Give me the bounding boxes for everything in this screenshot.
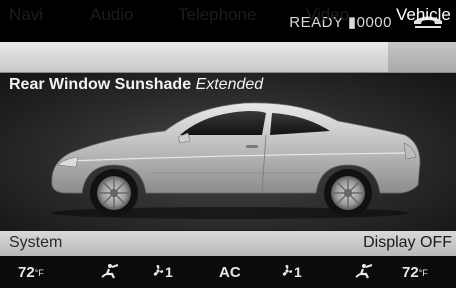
sunshade-status-line: Rear Window Sunshade Extended <box>9 76 263 94</box>
sunshade-title: Rear Window Sunshade <box>9 76 192 93</box>
temp-right-value: 72 <box>402 264 419 281</box>
menu-item-vehicle[interactable]: Vehicle <box>396 5 451 25</box>
ac-button[interactable]: AC <box>219 264 241 281</box>
airflow-right-icon[interactable] <box>354 263 374 281</box>
system-bar: System Display OFF <box>0 231 456 256</box>
system-button[interactable]: System <box>9 234 62 252</box>
menu-item-audio[interactable]: Audio <box>90 5 133 25</box>
fan-right-level: 1 <box>294 264 302 280</box>
comand-screen: READY ▮0000 Navi Audio Telephone Video V… <box>0 0 456 288</box>
menu-item-telephone[interactable]: Telephone <box>178 5 256 25</box>
menu-item-navi[interactable]: Navi <box>9 5 43 25</box>
fan-left-level: 1 <box>165 264 173 280</box>
temp-right-unit: °F <box>418 268 428 278</box>
climate-bar: 72°F 1 AC 1 72°F <box>0 256 456 288</box>
display-off-button[interactable]: Display OFF <box>363 234 452 252</box>
car-illustration <box>50 102 421 219</box>
fan-left-icon[interactable] <box>152 263 164 279</box>
active-tab-highlight <box>388 42 456 72</box>
menu-item-video[interactable]: Video <box>306 5 349 25</box>
vehicle-display: Rear Window Sunshade Extended <box>0 73 456 230</box>
temp-right[interactable]: 72°F <box>402 264 428 281</box>
sunshade-status: Extended <box>195 76 264 93</box>
airflow-left-icon[interactable] <box>100 263 120 281</box>
temp-left[interactable]: 72°F <box>18 264 44 281</box>
temp-left-value: 72 <box>18 264 35 281</box>
fan-right-icon[interactable] <box>281 263 293 279</box>
temp-left-unit: °F <box>34 268 44 278</box>
